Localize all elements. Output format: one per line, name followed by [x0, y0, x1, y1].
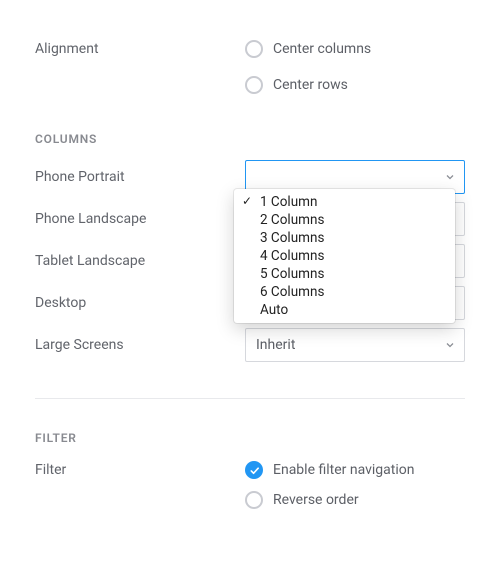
reverse-order-checkbox[interactable]: Reverse order	[245, 486, 359, 514]
filter-row-1: Filter Enable filter navigation	[35, 455, 465, 485]
dropdown-option-label: 1 Column	[260, 194, 317, 210]
dropdown-option-auto[interactable]: Auto	[234, 301, 455, 319]
phone-portrait-dropdown[interactable]: ✓ 1 Column 2 Columns 3 Columns 4 Columns…	[234, 189, 455, 323]
dropdown-option-label: 2 Columns	[260, 212, 324, 228]
large-screens-row: Large Screens Inherit	[35, 324, 465, 366]
phone-landscape-label: Phone Landscape	[35, 211, 245, 227]
dropdown-option-label: 4 Columns	[260, 248, 324, 264]
enable-filter-nav-label: Enable filter navigation	[273, 462, 414, 478]
dropdown-option-2-columns[interactable]: 2 Columns	[234, 211, 455, 229]
dropdown-option-6-columns[interactable]: 6 Columns	[234, 283, 455, 301]
alignment-row-2: Center rows	[35, 70, 465, 100]
large-screens-select[interactable]: Inherit	[245, 328, 465, 362]
dropdown-option-4-columns[interactable]: 4 Columns	[234, 247, 455, 265]
section-divider	[35, 398, 465, 399]
filter-row-2: Reverse order	[35, 485, 465, 515]
dropdown-option-1-column[interactable]: ✓ 1 Column	[234, 193, 455, 211]
desktop-label: Desktop	[35, 295, 245, 311]
filter-label: Filter	[35, 462, 245, 478]
alignment-label: Alignment	[35, 41, 245, 57]
checkbox-unchecked-icon	[245, 491, 263, 509]
dropdown-option-label: 5 Columns	[260, 266, 324, 282]
checkbox-checked-icon	[245, 461, 263, 479]
phone-portrait-label: Phone Portrait	[35, 169, 245, 185]
dropdown-option-label: 6 Columns	[260, 284, 324, 300]
columns-heading: COLUMNS	[35, 132, 465, 146]
checkbox-unchecked-icon	[245, 40, 263, 58]
chevron-down-icon	[444, 171, 456, 183]
dropdown-option-label: Auto	[260, 302, 288, 318]
center-columns-checkbox[interactable]: Center columns	[245, 35, 371, 63]
check-icon: ✓	[242, 194, 252, 208]
dropdown-option-3-columns[interactable]: 3 Columns	[234, 229, 455, 247]
chevron-down-icon	[444, 339, 456, 351]
dropdown-option-5-columns[interactable]: 5 Columns	[234, 265, 455, 283]
filter-heading: FILTER	[35, 431, 465, 445]
reverse-order-label: Reverse order	[273, 492, 359, 508]
large-screens-label: Large Screens	[35, 337, 245, 353]
tablet-landscape-label: Tablet Landscape	[35, 253, 245, 269]
center-rows-label: Center rows	[273, 77, 348, 93]
dropdown-option-label: 3 Columns	[260, 230, 324, 246]
select-value: Inherit	[256, 337, 295, 353]
center-columns-label: Center columns	[273, 41, 371, 57]
checkbox-unchecked-icon	[245, 76, 263, 94]
alignment-row-1: Alignment Center columns	[35, 28, 465, 70]
enable-filter-nav-checkbox[interactable]: Enable filter navigation	[245, 456, 414, 484]
center-rows-checkbox[interactable]: Center rows	[245, 71, 348, 99]
